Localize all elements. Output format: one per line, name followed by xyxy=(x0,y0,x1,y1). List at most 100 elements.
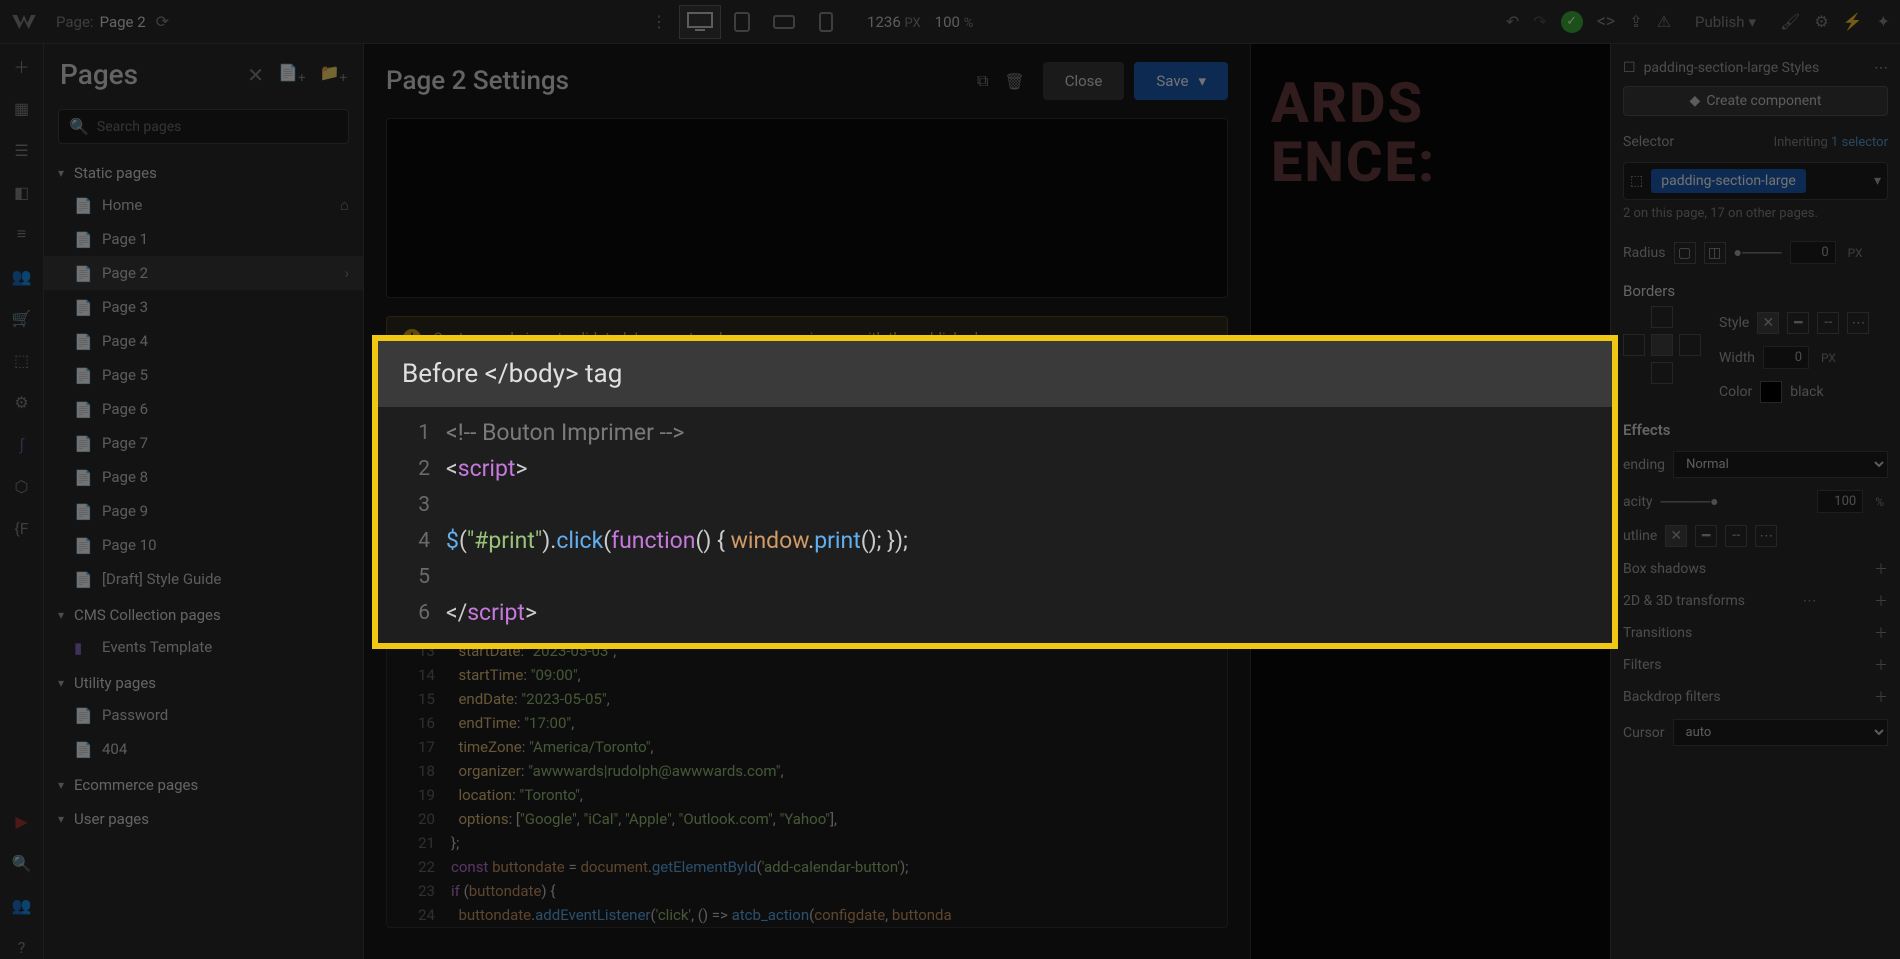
settings-gear-icon[interactable]: ⚙ xyxy=(1814,12,1828,31)
page-item[interactable]: 📄Page 4 xyxy=(44,324,363,358)
radius-all-icon[interactable]: ▢ xyxy=(1674,242,1696,264)
selector-input[interactable]: ⬚ padding-section-large ▾ xyxy=(1623,162,1888,200)
create-component-button[interactable]: ◆ Create component xyxy=(1623,86,1888,116)
page-item[interactable]: 📄Page 5 xyxy=(44,358,363,392)
copy-icon[interactable]: ⧉ xyxy=(977,71,988,91)
section-cms-pages[interactable]: CMS Collection pages xyxy=(44,596,363,630)
logic-icon[interactable]: ⬚ xyxy=(10,348,34,372)
page-item[interactable]: 📄Page 10 xyxy=(44,528,363,562)
add-filter-icon[interactable]: ＋ xyxy=(1874,655,1888,675)
page-item[interactable]: 📄404 xyxy=(44,732,363,766)
border-dashed-icon[interactable]: ╌ xyxy=(1817,312,1839,334)
border-right[interactable] xyxy=(1679,334,1701,356)
variables-icon[interactable]: {F xyxy=(10,516,34,540)
zoom-level[interactable]: 100 % xyxy=(935,13,974,31)
more-icon[interactable]: ⋯ xyxy=(1874,60,1888,76)
border-width-input[interactable] xyxy=(1763,346,1809,369)
device-mobile-button[interactable] xyxy=(805,5,847,39)
page-item[interactable]: 📄Page 2› xyxy=(44,256,363,290)
undo-icon[interactable]: ↶ xyxy=(1506,12,1519,31)
radius-slider[interactable]: ●──── xyxy=(1734,244,1782,261)
cms-icon[interactable]: ≡ xyxy=(10,222,34,246)
page-item[interactable]: 📄Page 6 xyxy=(44,392,363,426)
add-shadow-icon[interactable]: ＋ xyxy=(1874,559,1888,579)
page-item[interactable]: 📄Page 3 xyxy=(44,290,363,324)
radius-individual-icon[interactable]: ◫ xyxy=(1704,242,1726,264)
export-icon[interactable]: ⇪ xyxy=(1629,12,1642,31)
outline-dotted-icon[interactable]: ⋯ xyxy=(1755,525,1777,547)
page-name[interactable]: Page 2 xyxy=(100,13,146,31)
add-transform-icon[interactable]: ＋ xyxy=(1874,591,1888,611)
border-top[interactable] xyxy=(1651,306,1673,328)
navigator-icon[interactable]: ☰ xyxy=(10,138,34,162)
effects-section[interactable]: Effects xyxy=(1623,409,1888,445)
opacity-input[interactable] xyxy=(1817,490,1863,513)
help-icon[interactable]: ? xyxy=(10,935,34,959)
outline-dashed-icon[interactable]: ╌ xyxy=(1725,525,1747,547)
device-mobile-landscape-button[interactable] xyxy=(763,5,805,39)
outline-solid-icon[interactable]: ━ xyxy=(1695,525,1717,547)
pages-icon[interactable]: ▦ xyxy=(10,96,34,120)
apps-icon[interactable]: ∫ xyxy=(10,432,34,456)
page-item[interactable]: 📄Home⌂ xyxy=(44,188,363,222)
publish-button[interactable]: Publish ▾ xyxy=(1695,13,1756,31)
close-button[interactable]: Close xyxy=(1043,62,1125,100)
border-left[interactable] xyxy=(1623,334,1645,356)
new-page-icon[interactable]: 📄+ xyxy=(278,63,305,86)
code-icon[interactable]: <> xyxy=(1597,11,1616,32)
border-dotted-icon[interactable]: ⋯ xyxy=(1847,312,1869,334)
redo-icon[interactable]: ↷ xyxy=(1533,12,1546,31)
border-solid-icon[interactable]: ━ xyxy=(1787,312,1809,334)
section-user-pages[interactable]: User pages xyxy=(44,800,363,834)
delete-icon[interactable]: 🗑 xyxy=(1004,72,1024,91)
callout-code[interactable]: 1<!-- Bouton Imprimer -->2<script>34$("#… xyxy=(378,407,1612,643)
save-button[interactable]: Save▾ xyxy=(1134,62,1228,100)
settings-icon[interactable]: ⚙ xyxy=(10,390,34,414)
assets-icon[interactable]: ⬡ xyxy=(10,474,34,498)
border-none-icon[interactable]: ✕ xyxy=(1757,312,1779,334)
page-item[interactable]: ▮Events Template xyxy=(44,630,363,664)
element-checkbox-icon[interactable]: ☐ xyxy=(1623,60,1636,76)
components-icon[interactable]: ◧ xyxy=(10,180,34,204)
opacity-slider[interactable]: ─────● xyxy=(1661,493,1810,510)
selector-chip[interactable]: padding-section-large xyxy=(1651,169,1806,193)
transform-more-icon[interactable]: ⋯ xyxy=(1802,593,1816,609)
body-code-editor[interactable]: 13 startDate: "2023-05-03",14 startTime:… xyxy=(386,638,1228,928)
audit-icon[interactable]: ⚠ xyxy=(1657,12,1671,31)
page-item[interactable]: 📄[Draft] Style Guide xyxy=(44,562,363,596)
close-pages-icon[interactable]: ✕ xyxy=(247,63,264,87)
page-item[interactable]: 📄Page 9 xyxy=(44,494,363,528)
canvas-width[interactable]: 1236 PX xyxy=(867,13,921,31)
new-folder-icon[interactable]: 📁+ xyxy=(320,63,347,86)
section-static-pages[interactable]: Static pages xyxy=(44,154,363,188)
border-color-swatch[interactable] xyxy=(1760,381,1782,403)
page-item[interactable]: 📄Page 1 xyxy=(44,222,363,256)
border-all[interactable] xyxy=(1651,334,1673,356)
radius-input[interactable] xyxy=(1790,241,1836,264)
page-item[interactable]: 📄Page 8 xyxy=(44,460,363,494)
blending-select[interactable]: Normal xyxy=(1673,451,1888,478)
refresh-icon[interactable]: ⟳ xyxy=(156,12,169,31)
brush-icon[interactable]: 🖌 xyxy=(1780,12,1800,31)
page-item[interactable]: 📄Password xyxy=(44,698,363,732)
more-icon[interactable]: ✦ xyxy=(1877,12,1890,31)
search-pages-input[interactable]: 🔍 xyxy=(58,109,349,144)
add-transition-icon[interactable]: ＋ xyxy=(1874,623,1888,643)
add-element-icon[interactable]: ＋ xyxy=(10,54,34,78)
device-desktop-button[interactable] xyxy=(679,5,721,39)
search-icon[interactable]: 🔍 xyxy=(10,851,34,875)
outline-none-icon[interactable]: ✕ xyxy=(1665,525,1687,547)
interactions-icon[interactable]: ⚡ xyxy=(1843,12,1863,31)
section-utility-pages[interactable]: Utility pages xyxy=(44,664,363,698)
borders-section[interactable]: Borders xyxy=(1623,270,1888,306)
video-icon[interactable]: ▶ xyxy=(10,809,34,833)
section-ecommerce-pages[interactable]: Ecommerce pages xyxy=(44,766,363,800)
ecommerce-icon[interactable]: 🛒 xyxy=(10,306,34,330)
device-tablet-button[interactable] xyxy=(721,5,763,39)
selector-state-dropdown[interactable]: ▾ xyxy=(1874,173,1881,189)
page-item[interactable]: 📄Page 7 xyxy=(44,426,363,460)
cursor-select[interactable]: auto xyxy=(1673,719,1888,746)
panel-menu-icon[interactable]: ⋮ xyxy=(642,5,676,39)
border-bottom[interactable] xyxy=(1651,362,1673,384)
add-backdrop-icon[interactable]: ＋ xyxy=(1874,687,1888,707)
